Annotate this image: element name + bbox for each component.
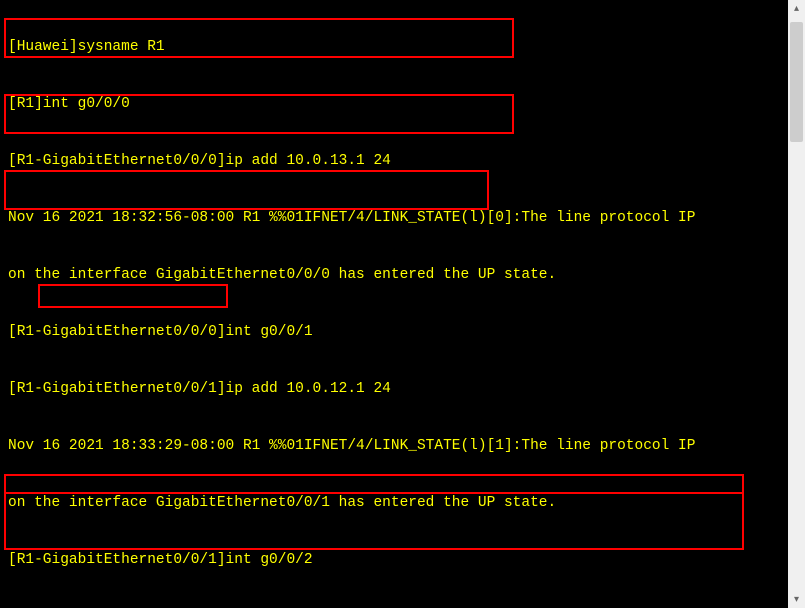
highlight-box: [4, 474, 744, 494]
chevron-down-icon: ▾: [794, 594, 799, 605]
scrollbar-track[interactable]: [788, 17, 805, 591]
scrollbar-thumb[interactable]: [790, 22, 803, 142]
highlight-box: [4, 170, 489, 210]
terminal-output[interactable]: [Huawei]sysname R1 [R1]int g0/0/0 [R1-Gi…: [0, 0, 805, 608]
cli-line: [R1-GigabitEthernet0/0/0]ip add 10.0.13.…: [8, 152, 797, 171]
vertical-scrollbar[interactable]: ▴ ▾: [788, 0, 805, 608]
cli-line: [Huawei]sysname R1: [8, 38, 797, 57]
cli-line: Nov 16 2021 18:33:29-08:00 R1 %%01IFNET/…: [8, 437, 797, 456]
cli-line: on the interface GigabitEthernet0/0/0 ha…: [8, 266, 797, 285]
scroll-up-button[interactable]: ▴: [788, 0, 805, 17]
cli-line: [R1-GigabitEthernet0/0/1]ip add 10.0.12.…: [8, 380, 797, 399]
cli-line: Nov 16 2021 18:32:56-08:00 R1 %%01IFNET/…: [8, 209, 797, 228]
cli-line: [R1-GigabitEthernet0/0/1]int g0/0/2: [8, 551, 797, 570]
cli-line: [R1-GigabitEthernet0/0/0]int g0/0/1: [8, 323, 797, 342]
cli-line: on the interface GigabitEthernet0/0/1 ha…: [8, 494, 797, 513]
chevron-up-icon: ▴: [794, 3, 799, 14]
cli-line: [R1]int g0/0/0: [8, 95, 797, 114]
scroll-down-button[interactable]: ▾: [788, 591, 805, 608]
highlight-box: [38, 284, 228, 308]
